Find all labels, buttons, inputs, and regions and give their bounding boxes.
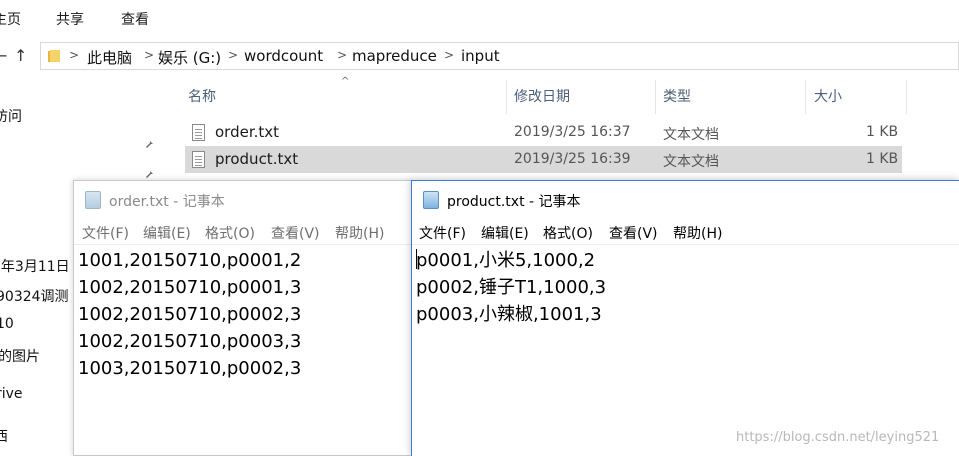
folder-icon — [48, 50, 60, 62]
menu-edit[interactable]: 编辑(E) — [143, 223, 191, 243]
file-list: ^ 名称 修改日期 类型 大小 order.txt 2019/3/25 16:3… — [165, 76, 959, 186]
text-line: p0003,小辣椒,1001,3 — [416, 304, 602, 325]
menu-format[interactable]: 格式(O) — [205, 223, 255, 243]
column-header-name[interactable]: 名称 — [188, 86, 216, 106]
text-file-icon — [192, 124, 205, 141]
notepad-window-product: product.txt - 记事本 文件(F) 编辑(E) 格式(O) 查看(V… — [411, 180, 959, 456]
column-header-type[interactable]: 类型 — [663, 86, 691, 106]
text-line: p0002,锤子T1,1000,3 — [416, 277, 607, 298]
text-editor[interactable]: 1001,20150710,p0001,2 1002,20150710,p000… — [74, 245, 411, 455]
column-header-modified[interactable]: 修改日期 — [514, 86, 570, 106]
text-line: 1002,20150710,p0002,3 — [78, 304, 302, 325]
file-size: 1 KB — [866, 151, 899, 167]
file-size: 1 KB — [866, 124, 899, 140]
nav-item-onedrive[interactable]: rive — [0, 386, 23, 402]
breadcrumb-drive-g[interactable]: 娱乐 (G:) — [158, 47, 221, 68]
file-name: order.txt — [215, 123, 280, 141]
menu-help[interactable]: 帮助(H) — [335, 223, 384, 243]
menu-bar: 文件(F) 编辑(E) 格式(O) 查看(V) 帮助(H) — [412, 219, 959, 245]
column-divider[interactable] — [906, 80, 907, 114]
column-divider[interactable] — [655, 80, 656, 114]
menu-view[interactable]: 查看(V) — [271, 223, 320, 243]
breadcrumb-mapreduce[interactable]: mapreduce — [352, 47, 437, 65]
tab-home[interactable]: 主页 — [0, 9, 21, 29]
ribbon: 主页 共享 查看 — [0, 0, 959, 36]
breadcrumb-wordcount[interactable]: wordcount — [244, 47, 323, 65]
text-line: p0001,小米5,1000,2 — [416, 247, 959, 274]
breadcrumb-this-pc[interactable]: 此电脑 — [87, 47, 132, 68]
sort-ascending-icon: ^ — [341, 76, 350, 87]
file-row-order[interactable]: order.txt 2019/3/25 16:37 文本文档 1 KB — [185, 119, 902, 146]
nav-item-pictures[interactable]: 的图片 — [0, 346, 40, 366]
menu-edit[interactable]: 编辑(E) — [481, 223, 529, 243]
menu-view[interactable]: 查看(V) — [609, 223, 658, 243]
window-title: product.txt - 记事本 — [447, 194, 581, 210]
notepad-icon — [423, 191, 439, 209]
column-header-size[interactable]: 大小 — [814, 86, 842, 106]
text-line: 1002,20150710,p0001,3 — [78, 277, 302, 298]
nav-item-folder-debug[interactable]: 90324调测 — [0, 286, 69, 306]
back-icon[interactable]: ← — [0, 46, 7, 65]
nav-item-folder-date[interactable]: 9年3月11日 — [0, 256, 70, 276]
menu-bar: 文件(F) 编辑(E) 格式(O) 查看(V) 帮助(H) — [74, 219, 411, 245]
text-file-icon — [192, 151, 205, 168]
text-editor[interactable]: p0001,小米5,1000,2 p0002,锤子T1,1000,3 p0003… — [412, 245, 959, 456]
title-bar[interactable]: product.txt - 记事本 — [412, 181, 959, 219]
text-line: 1003,20150710,p0002,3 — [78, 358, 302, 379]
menu-file[interactable]: 文件(F) — [82, 223, 129, 243]
pin-icon — [146, 169, 153, 178]
file-modified: 2019/3/25 16:37 — [514, 124, 631, 140]
text-line-content: p0001,小米5,1000,2 — [416, 250, 596, 271]
file-row-product[interactable]: product.txt 2019/3/25 16:39 文本文档 1 KB — [185, 146, 902, 173]
breadcrumb-separator: > — [228, 48, 239, 62]
column-divider[interactable] — [506, 80, 507, 114]
menu-file[interactable]: 文件(F) — [419, 223, 466, 243]
text-line: 1002,20150710,p0003,3 — [78, 331, 302, 352]
window-title: order.txt - 记事本 — [109, 194, 225, 210]
file-name: product.txt — [215, 150, 299, 168]
menu-help[interactable]: 帮助(H) — [673, 223, 722, 243]
up-icon[interactable]: ↑ — [14, 46, 27, 65]
breadcrumb-input[interactable]: input — [461, 47, 500, 65]
notepad-icon — [85, 191, 101, 209]
watermark: https://blog.csdn.net/leying521 — [736, 430, 940, 445]
notepad-window-order: order.txt - 记事本 文件(F) 编辑(E) 格式(O) 查看(V) … — [73, 180, 412, 456]
breadcrumb-separator: > — [144, 48, 155, 62]
tab-share[interactable]: 共享 — [56, 9, 84, 29]
breadcrumb-separator: > — [69, 48, 80, 62]
title-bar[interactable]: order.txt - 记事本 — [74, 181, 411, 219]
tab-view[interactable]: 查看 — [121, 9, 149, 29]
nav-item-folder-10[interactable]: 10 — [0, 316, 14, 332]
address-bar[interactable]: > 此电脑 > 娱乐 (G:) > wordcount > mapreduce … — [40, 42, 959, 70]
file-type: 文本文档 — [663, 154, 719, 170]
breadcrumb-separator: > — [337, 48, 348, 62]
file-modified: 2019/3/25 16:39 — [514, 151, 631, 167]
nav-item-other[interactable]: 西 — [0, 426, 8, 446]
breadcrumb-separator: > — [444, 48, 455, 62]
nav-item-quick-access[interactable]: 访问 — [0, 106, 22, 126]
menu-format[interactable]: 格式(O) — [543, 223, 593, 243]
address-row: ← ↑ > 此电脑 > 娱乐 (G:) > wordcount > mapred… — [0, 36, 959, 76]
column-divider[interactable] — [805, 80, 806, 114]
pin-icon — [146, 139, 153, 148]
text-line: 1001,20150710,p0001,2 — [78, 250, 302, 271]
file-type: 文本文档 — [663, 127, 719, 143]
